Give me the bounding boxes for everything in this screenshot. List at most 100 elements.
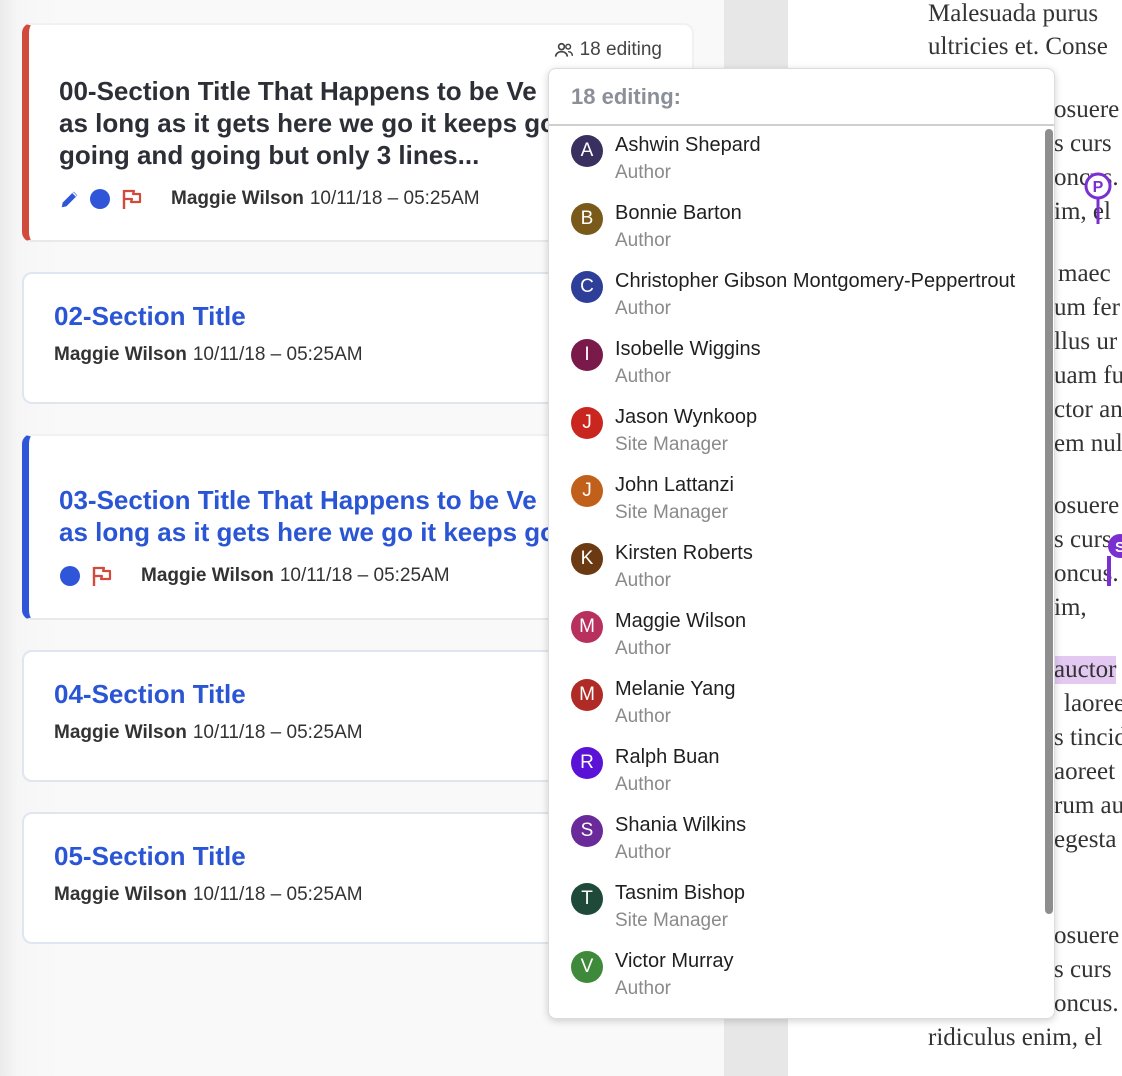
doc-text-line: s curs bbox=[1054, 956, 1112, 983]
avatar: J bbox=[571, 407, 603, 439]
section-title-line[interactable]: as long as it gets here we go it keeps g… bbox=[59, 516, 556, 548]
doc-text-line: s curs bbox=[1054, 526, 1112, 553]
editor-name: Victor Murray bbox=[615, 950, 734, 972]
editor-name: Tasnim Bishop bbox=[615, 882, 746, 904]
status-dot-icon bbox=[89, 188, 111, 210]
editor-row[interactable]: T Tasnim Bishop Site Manager bbox=[571, 876, 1031, 936]
avatar: A bbox=[571, 135, 603, 167]
editor-role: Author bbox=[615, 706, 671, 727]
section-title[interactable]: 05-Section Title bbox=[54, 840, 246, 872]
editing-badge[interactable]: 18 editing bbox=[554, 39, 662, 61]
section-title[interactable]: 02-Section Title bbox=[54, 300, 246, 332]
editor-row[interactable]: M Melanie Yang Author bbox=[571, 672, 1031, 732]
timestamp: 10/11/18 – 05:25AM bbox=[192, 884, 363, 905]
doc-text-line: oncus. bbox=[1054, 990, 1119, 1017]
editor-row[interactable]: R Ralph Buan Author bbox=[571, 740, 1031, 800]
editor-row[interactable]: V Victor Murray Author bbox=[571, 944, 1031, 1004]
editor-role: Site Manager bbox=[615, 502, 729, 523]
section-meta: Maggie Wilson 10/11/18 – 05:25AM bbox=[59, 564, 450, 588]
avatar: K bbox=[571, 543, 603, 575]
editor-row[interactable]: J John Lattanzi Site Manager bbox=[571, 468, 1031, 528]
doc-text-line: osuere bbox=[1054, 492, 1120, 519]
doc-text-line: um fer bbox=[1054, 294, 1120, 321]
author-name: Maggie Wilson bbox=[171, 188, 304, 209]
editor-role: Site Manager bbox=[615, 434, 729, 455]
editor-row[interactable]: S Shania Wilkins Author bbox=[571, 808, 1031, 868]
doc-text-line: s curs bbox=[1054, 130, 1112, 157]
author-name: Maggie Wilson bbox=[141, 565, 274, 586]
editors-popup: 18 editing: A Ashwin Shepard Author B Bo… bbox=[548, 68, 1055, 1019]
doc-text-line: laoree bbox=[1064, 690, 1122, 717]
doc-text-line: ctor an bbox=[1054, 396, 1122, 423]
editor-role: Author bbox=[615, 230, 671, 251]
doc-text-line: egesta bbox=[1054, 826, 1117, 853]
section-title[interactable]: 04-Section Title bbox=[54, 678, 246, 710]
editor-row[interactable]: I Isobelle Wiggins Author bbox=[571, 332, 1031, 392]
doc-text-line: aoreet bbox=[1054, 758, 1116, 785]
editor-role: Author bbox=[615, 570, 671, 591]
doc-text-line: uam fu bbox=[1054, 362, 1122, 389]
editor-role: Author bbox=[615, 366, 671, 387]
editor-row[interactable]: M Maggie Wilson Author bbox=[571, 604, 1031, 664]
comment-pin-p[interactable]: P bbox=[1084, 172, 1112, 229]
editor-name: Kirsten Roberts bbox=[615, 542, 753, 564]
avatar: V bbox=[571, 951, 603, 983]
editor-name: Shania Wilkins bbox=[615, 814, 747, 836]
doc-text-line: em nul bbox=[1054, 430, 1122, 457]
section-title-line: as long as it gets here we go it keeps g… bbox=[59, 108, 557, 138]
section-title-line: going and going but only 3 lines... bbox=[59, 140, 480, 170]
timestamp: 10/11/18 – 05:25AM bbox=[279, 565, 450, 586]
editor-name: Isobelle Wiggins bbox=[615, 338, 761, 360]
pin-letter: P bbox=[1093, 179, 1104, 196]
doc-text-line: maec bbox=[1058, 260, 1111, 287]
section-title-line[interactable]: 03-Section Title That Happens to be Ve bbox=[59, 484, 537, 516]
editor-role: Author bbox=[615, 298, 671, 319]
comment-pin-s[interactable]: S bbox=[1106, 532, 1122, 593]
editor-row[interactable]: J Jason Wynkoop Site Manager bbox=[571, 400, 1031, 460]
editor-role: Author bbox=[615, 978, 671, 999]
editor-row[interactable]: C Christopher Gibson Montgomery-Peppertr… bbox=[571, 264, 1031, 324]
section-meta: Maggie Wilson 10/11/18 – 05:25AM bbox=[54, 722, 363, 744]
editor-row[interactable]: K Kirsten Roberts Author bbox=[571, 536, 1031, 596]
author-name: Maggie Wilson bbox=[54, 344, 187, 365]
editor-row[interactable]: A Ashwin Shepard Author bbox=[571, 128, 1031, 188]
doc-text-line: im, bbox=[1054, 594, 1087, 621]
doc-text-line: s tincid bbox=[1054, 724, 1122, 751]
flag-icon bbox=[89, 564, 113, 588]
popup-scrollbar[interactable] bbox=[1045, 129, 1053, 914]
pin-letter: S bbox=[1115, 539, 1122, 556]
section-meta: Maggie Wilson 10/11/18 – 05:25AM bbox=[54, 884, 363, 906]
flag-icon bbox=[119, 187, 143, 211]
timestamp: 10/11/18 – 05:25AM bbox=[192, 722, 363, 743]
section-meta: Maggie Wilson 10/11/18 – 05:25AM bbox=[54, 344, 363, 366]
avatar: S bbox=[571, 815, 603, 847]
doc-text-line: Malesuada purus bbox=[928, 0, 1099, 27]
editor-name: Melanie Yang bbox=[615, 678, 736, 700]
section-meta: Maggie Wilson 10/11/18 – 05:25AM bbox=[59, 187, 480, 211]
doc-text-line: osuere bbox=[1054, 96, 1120, 123]
avatar: R bbox=[571, 747, 603, 779]
editing-count-label: 18 editing bbox=[579, 39, 662, 60]
avatar: C bbox=[571, 271, 603, 303]
avatar: M bbox=[571, 679, 603, 711]
doc-text-line: ridiculus enim, el bbox=[928, 1024, 1103, 1051]
doc-text-line: ultricies et. Conse bbox=[928, 33, 1108, 60]
avatar: B bbox=[571, 203, 603, 235]
doc-text-line: llus ur bbox=[1054, 328, 1118, 355]
doc-text-line: rum au bbox=[1054, 792, 1122, 819]
editor-row[interactable]: B Bonnie Barton Author bbox=[571, 196, 1031, 256]
avatar: J bbox=[571, 475, 603, 507]
doc-text-line: osuere bbox=[1054, 922, 1120, 949]
editor-name: Ashwin Shepard bbox=[615, 134, 761, 156]
editor-name: John Lattanzi bbox=[615, 474, 734, 496]
editor-role: Author bbox=[615, 162, 671, 183]
editor-name: Maggie Wilson bbox=[615, 610, 747, 632]
popup-title: 18 editing: bbox=[571, 84, 682, 109]
doc-highlighted-text[interactable]: auctor bbox=[1054, 656, 1117, 684]
avatar: M bbox=[571, 611, 603, 643]
status-dot-icon bbox=[59, 565, 81, 587]
editor-name: Bonnie Barton bbox=[615, 202, 742, 224]
section-title-line: 00-Section Title That Happens to be Ve bbox=[59, 76, 537, 106]
editor-name: Ralph Buan bbox=[615, 746, 720, 768]
popup-header: 18 editing: bbox=[549, 69, 1054, 126]
